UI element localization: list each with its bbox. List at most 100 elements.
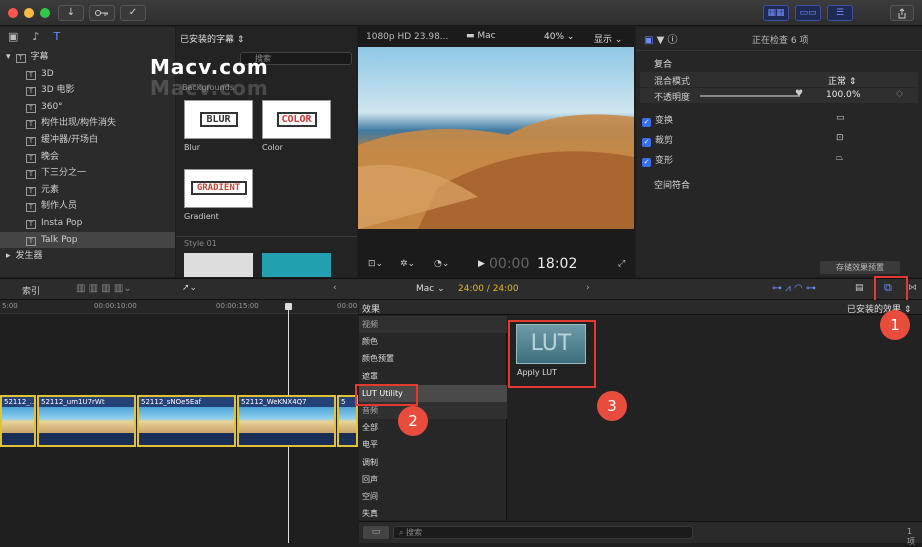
spatial-conform-heading: 空间符合 <box>654 181 691 191</box>
enhance-popup[interactable]: ✲⌄ <box>400 259 415 269</box>
title-category-icon: T <box>26 70 36 80</box>
effects-category[interactable]: 失真 <box>359 505 507 522</box>
transform-tool-popup[interactable]: ⊡⌄ <box>368 259 383 269</box>
import-icon: ↓ <box>66 7 76 18</box>
checkbox[interactable]: ✓ <box>642 158 651 167</box>
video-inspector-icon[interactable]: ▣ <box>644 35 653 46</box>
sidebar-item[interactable]: T 3D 电影 <box>0 82 175 98</box>
blend-popup[interactable]: 正常 ⇕ <box>828 74 856 87</box>
section-icon[interactable]: ⏢ <box>836 153 843 163</box>
sidebar-item[interactable]: T Talk Pop <box>0 231 175 248</box>
title-thumb-blur[interactable]: BLUR <box>184 100 253 139</box>
save-preset-button[interactable]: 存储效果预置 <box>820 261 900 274</box>
history-forward-button[interactable]: › <box>586 283 590 293</box>
slider-handle-icon[interactable]: ♥ <box>795 89 803 99</box>
effects-category[interactable]: 遮罩 <box>359 368 507 385</box>
timeline-clip[interactable]: 52112_... <box>0 395 36 447</box>
transitions-button[interactable]: ⋈ <box>908 283 917 293</box>
divider <box>636 50 922 51</box>
film-icon[interactable]: ▣ <box>8 30 18 43</box>
sidebar-item[interactable]: T Insta Pop <box>0 215 175 231</box>
timeline-clip[interactable]: 52112_um1U7rWt <box>37 395 136 447</box>
close-window-button[interactable] <box>8 8 18 18</box>
keyframe-icon[interactable]: ◇ <box>896 89 903 99</box>
sidebar-item[interactable]: T 3D <box>0 66 175 82</box>
title-label-blur: Blur <box>184 143 201 152</box>
effects-category[interactable]: 空间 <box>359 488 507 505</box>
select-tool-popup[interactable]: ➚⌄ <box>182 283 197 293</box>
zoom-popup[interactable]: 40% ⌄ <box>544 32 574 42</box>
timeline-clip[interactable]: 52112_sNOe5Eaf <box>137 395 236 447</box>
sidebar-toggle-button[interactable]: ▭ <box>363 526 389 539</box>
viewer-canvas[interactable] <box>358 47 634 229</box>
composite-heading: 复合 <box>654 60 673 70</box>
fullscreen-button[interactable]: ⤢ <box>618 259 625 269</box>
effects-category[interactable]: 电平 <box>359 436 507 453</box>
sidebar-item[interactable]: T 缓冲器/开场白 <box>0 132 175 148</box>
effects-search-input[interactable]: ⌕ 搜索 <box>393 526 693 539</box>
title-thumb-style01-b[interactable] <box>262 253 331 277</box>
timeline-controls[interactable]: ⊶ ⩘ ◠ ⊶ <box>772 283 816 294</box>
inspector-section[interactable]: ✓ 裁剪 ⊡ <box>642 133 912 147</box>
opacity-slider[interactable] <box>700 95 800 97</box>
index-button[interactable]: 索引 <box>22 284 40 297</box>
checkbox[interactable]: ✓ <box>642 118 651 127</box>
retime-popup[interactable]: ◔⌄ <box>434 259 449 269</box>
timeline-ruler[interactable]: 5:00 00:00:10:00 00:00:15:00 00:00:20:00 <box>0 300 358 314</box>
effects-category[interactable]: 视频 <box>359 316 507 333</box>
timeline-icon: ▭▭ <box>799 8 817 18</box>
zoom-window-button[interactable] <box>40 8 50 18</box>
display-popup[interactable]: 显示 ⌄ <box>594 32 622 45</box>
title-category-icon: T <box>26 153 36 163</box>
sidebar-item[interactable]: T 构件出现/构件消失 <box>0 115 175 131</box>
effects-category[interactable]: 颜色预置 <box>359 350 507 367</box>
section-icon[interactable]: ▭ <box>836 113 845 123</box>
disclosure-triangle-icon[interactable]: ▸ <box>6 251 11 261</box>
viewer-format[interactable]: 1080p HD 23.98... <box>366 32 448 42</box>
browser-toggle-button[interactable]: ▦▦ <box>763 5 789 21</box>
effects-category[interactable]: 回声 <box>359 471 507 488</box>
effects-category[interactable]: 调制 <box>359 454 507 471</box>
opacity-label: 不透明度 <box>654 93 691 103</box>
color-inspector-icon[interactable]: ▼ <box>657 35 665 46</box>
effects-category[interactable]: 颜色 <box>359 333 507 350</box>
sidebar-item[interactable]: T 元素 <box>0 182 175 198</box>
background-tasks-button[interactable]: ✓ <box>120 5 146 21</box>
sidebar-item[interactable]: ▸ 发生器 <box>0 248 175 264</box>
viewer-library[interactable]: ▬ Mac <box>466 31 496 41</box>
clip-appearance-button[interactable]: ▤ <box>855 283 864 293</box>
edit-buttons[interactable]: ▥ ▥ ▥ ▥⌄ <box>76 283 132 294</box>
inspector-toggle-button[interactable]: ☰ <box>827 5 853 21</box>
playhead-handle[interactable] <box>285 303 292 310</box>
timeline-toggle-button[interactable]: ▭▭ <box>795 5 821 21</box>
keywords-button[interactable] <box>89 5 115 21</box>
share-button[interactable] <box>890 5 914 21</box>
history-back-button[interactable]: ‹ <box>333 283 337 293</box>
inspector-section[interactable]: ✓ 变换 ▭ <box>642 113 912 127</box>
effects-browser-button[interactable]: ⧉ <box>884 281 892 295</box>
inspector-section[interactable]: ✓ 变形 ⏢ <box>642 153 912 167</box>
effects-category[interactable]: 全部 <box>359 419 507 436</box>
sidebar-item[interactable]: T 360° <box>0 99 175 115</box>
title-thumb-style01-a[interactable] <box>184 253 253 277</box>
music-icon[interactable]: ♪ <box>32 30 39 43</box>
sidebar-item[interactable]: T 晚会 <box>0 149 175 165</box>
opacity-value[interactable]: 100.0 <box>826 90 852 100</box>
minimize-window-button[interactable] <box>24 8 34 18</box>
timeline-clip[interactable]: 52112_WeKNX4Q7 <box>237 395 336 447</box>
sidebar-item[interactable]: T 下三分之一 <box>0 165 175 181</box>
play-button[interactable]: ▶ <box>478 259 485 269</box>
sidebar-item[interactable]: ▾ T 字幕 <box>0 49 175 65</box>
import-button[interactable]: ↓ <box>58 5 84 21</box>
title-thumb-color[interactable]: COLOR <box>262 100 331 139</box>
info-icon[interactable]: ⓘ <box>668 35 678 46</box>
browser-title[interactable]: 已安装的字幕 ⇕ <box>180 32 244 45</box>
sidebar-item[interactable]: T 制作人员 <box>0 198 175 214</box>
section-icon[interactable]: ⊡ <box>836 133 844 143</box>
titles-icon[interactable]: T <box>53 30 60 43</box>
checkbox[interactable]: ✓ <box>642 138 651 147</box>
title-thumb-gradient[interactable]: GRADIENT <box>184 169 253 208</box>
disclosure-triangle-icon[interactable]: ▾ <box>6 52 11 62</box>
clip-filmstrip <box>239 407 334 433</box>
project-name[interactable]: Mac ⌄ <box>416 284 445 294</box>
